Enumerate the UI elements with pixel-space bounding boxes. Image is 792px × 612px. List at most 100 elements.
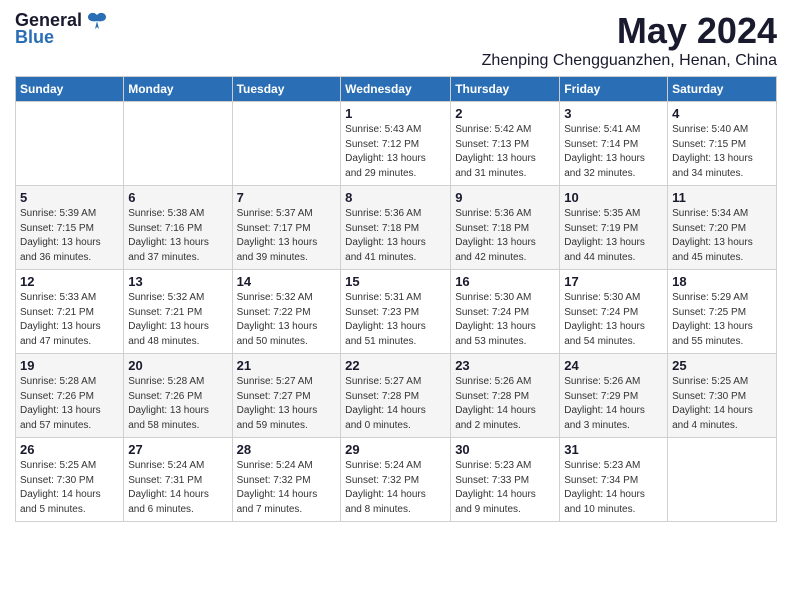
day-number: 8	[345, 190, 446, 205]
location-title: Zhenping Chengguanzhen, Henan, China	[482, 52, 777, 70]
calendar-cell: 20 Sunrise: 5:28 AMSunset: 7:26 PMDayligh…	[124, 354, 232, 438]
calendar-cell	[232, 102, 341, 186]
day-number: 2	[455, 106, 555, 121]
calendar-cell: 5 Sunrise: 5:39 AMSunset: 7:15 PMDaylight…	[16, 186, 124, 270]
calendar-cell: 15 Sunrise: 5:31 AMSunset: 7:23 PMDayligh…	[341, 270, 451, 354]
day-info: Sunrise: 5:24 AMSunset: 7:32 PMDaylight:…	[345, 459, 446, 517]
calendar-cell: 7 Sunrise: 5:37 AMSunset: 7:17 PMDaylight…	[232, 186, 341, 270]
day-number: 16	[455, 274, 555, 289]
calendar-cell: 12Sunrise: 5:33 AMSunset: 7:21 PMDayligh…	[16, 270, 124, 354]
day-info: Sunrise: 5:33 AMSunset: 7:21 PMDaylight:…	[20, 291, 119, 349]
calendar-cell: 26 Sunrise: 5:25 AMSunset: 7:30 PMDayligh…	[16, 438, 124, 522]
day-info: Sunrise: 5:23 AMSunset: 7:34 PMDaylight:…	[564, 459, 663, 517]
calendar-cell: 8 Sunrise: 5:36 AMSunset: 7:18 PMDaylight…	[341, 186, 451, 270]
day-number: 10	[564, 190, 663, 205]
day-info: Sunrise: 5:36 AMSunset: 7:18 PMDaylight:…	[455, 207, 555, 265]
calendar-cell: 23Sunrise: 5:26 AMSunset: 7:28 PMDayligh…	[451, 354, 560, 438]
weekday-header-thursday: Thursday	[451, 77, 560, 102]
day-number: 7	[237, 190, 337, 205]
weekday-header-row: SundayMondayTuesdayWednesdayThursdayFrid…	[16, 77, 777, 102]
day-number: 17	[564, 274, 663, 289]
day-info: Sunrise: 5:30 AMSunset: 7:24 PMDaylight:…	[564, 291, 663, 349]
calendar-cell: 1Sunrise: 5:43 AMSunset: 7:12 PMDaylight…	[341, 102, 451, 186]
day-number: 31	[564, 442, 663, 457]
day-info: Sunrise: 5:37 AMSunset: 7:17 PMDaylight:…	[237, 207, 337, 265]
day-info: Sunrise: 5:39 AMSunset: 7:15 PMDaylight:…	[20, 207, 119, 265]
day-info: Sunrise: 5:28 AMSunset: 7:26 PMDaylight:…	[128, 375, 227, 433]
calendar-cell: 16 Sunrise: 5:30 AMSunset: 7:24 PMDayligh…	[451, 270, 560, 354]
weekday-header-saturday: Saturday	[668, 77, 777, 102]
calendar-cell: 14 Sunrise: 5:32 AMSunset: 7:22 PMDayligh…	[232, 270, 341, 354]
calendar-cell: 19Sunrise: 5:28 AMSunset: 7:26 PMDayligh…	[16, 354, 124, 438]
calendar-cell: 27Sunrise: 5:24 AMSunset: 7:31 PMDayligh…	[124, 438, 232, 522]
day-number: 18	[672, 274, 772, 289]
day-number: 5	[20, 190, 119, 205]
calendar-cell: 29 Sunrise: 5:24 AMSunset: 7:32 PMDayligh…	[341, 438, 451, 522]
calendar-cell: 22 Sunrise: 5:27 AMSunset: 7:28 PMDayligh…	[341, 354, 451, 438]
day-info: Sunrise: 5:38 AMSunset: 7:16 PMDaylight:…	[128, 207, 227, 265]
day-info: Sunrise: 5:27 AMSunset: 7:27 PMDaylight:…	[237, 375, 337, 433]
calendar-cell: 6Sunrise: 5:38 AMSunset: 7:16 PMDaylight…	[124, 186, 232, 270]
week-row-4: 19 Sunrise: 5:28 AMSunset: 7:26 PMDayligh…	[16, 354, 777, 438]
day-info: Sunrise: 5:25 AMSunset: 7:30 PMDaylight:…	[20, 459, 119, 517]
day-number: 27	[128, 442, 227, 457]
calendar-table: SundayMondayTuesdayWednesdayThursdayFrid…	[15, 76, 777, 522]
day-number: 25	[672, 358, 772, 373]
day-info: Sunrise: 5:32 AMSunset: 7:22 PMDaylight:…	[237, 291, 337, 349]
calendar-cell: 28 Sunrise: 5:24 AMSunset: 7:32 PMDayligh…	[232, 438, 341, 522]
calendar-cell: 11Sunrise: 5:34 AMSunset: 7:20 PMDayligh…	[668, 186, 777, 270]
calendar-cell	[124, 102, 232, 186]
day-info: Sunrise: 5:35 AMSunset: 7:19 PMDaylight:…	[564, 207, 663, 265]
calendar-cell: 21Sunrise: 5:27 AMSunset: 7:27 PMDayligh…	[232, 354, 341, 438]
day-number: 19	[20, 358, 119, 373]
day-number: 23	[455, 358, 555, 373]
calendar-cell	[16, 102, 124, 186]
calendar-cell: 2 Sunrise: 5:42 AMSunset: 7:13 PMDaylight…	[451, 102, 560, 186]
calendar-cell	[668, 438, 777, 522]
day-info: Sunrise: 5:41 AMSunset: 7:14 PMDaylight:…	[564, 123, 663, 181]
logo-bird-icon	[86, 11, 108, 31]
day-info: Sunrise: 5:31 AMSunset: 7:23 PMDaylight:…	[345, 291, 446, 349]
week-row-3: 12Sunrise: 5:33 AMSunset: 7:21 PMDayligh…	[16, 270, 777, 354]
calendar-cell: 10 Sunrise: 5:35 AMSunset: 7:19 PMDayligh…	[560, 186, 668, 270]
calendar-cell: 18 Sunrise: 5:29 AMSunset: 7:25 PMDayligh…	[668, 270, 777, 354]
calendar-cell: 9 Sunrise: 5:36 AMSunset: 7:18 PMDaylight…	[451, 186, 560, 270]
weekday-header-tuesday: Tuesday	[232, 77, 341, 102]
calendar-cell: 17 Sunrise: 5:30 AMSunset: 7:24 PMDayligh…	[560, 270, 668, 354]
day-info: Sunrise: 5:42 AMSunset: 7:13 PMDaylight:…	[455, 123, 555, 181]
day-info: Sunrise: 5:32 AMSunset: 7:21 PMDaylight:…	[128, 291, 227, 349]
calendar-cell: 13Sunrise: 5:32 AMSunset: 7:21 PMDayligh…	[124, 270, 232, 354]
day-info: Sunrise: 5:27 AMSunset: 7:28 PMDaylight:…	[345, 375, 446, 433]
week-row-5: 26 Sunrise: 5:25 AMSunset: 7:30 PMDayligh…	[16, 438, 777, 522]
calendar-cell: 31 Sunrise: 5:23 AMSunset: 7:34 PMDayligh…	[560, 438, 668, 522]
day-number: 15	[345, 274, 446, 289]
day-number: 20	[128, 358, 227, 373]
day-number: 9	[455, 190, 555, 205]
week-row-2: 5 Sunrise: 5:39 AMSunset: 7:15 PMDaylight…	[16, 186, 777, 270]
day-info: Sunrise: 5:25 AMSunset: 7:30 PMDaylight:…	[672, 375, 772, 433]
day-number: 22	[345, 358, 446, 373]
day-info: Sunrise: 5:24 AMSunset: 7:32 PMDaylight:…	[237, 459, 337, 517]
day-number: 29	[345, 442, 446, 457]
day-info: Sunrise: 5:36 AMSunset: 7:18 PMDaylight:…	[345, 207, 446, 265]
day-info: Sunrise: 5:30 AMSunset: 7:24 PMDaylight:…	[455, 291, 555, 349]
month-title: May 2024	[482, 10, 777, 52]
day-number: 26	[20, 442, 119, 457]
day-info: Sunrise: 5:23 AMSunset: 7:33 PMDaylight:…	[455, 459, 555, 517]
day-number: 14	[237, 274, 337, 289]
day-info: Sunrise: 5:43 AMSunset: 7:12 PMDaylight:…	[345, 123, 446, 181]
page-header: General Blue May 2024 Zhenping Chengguan…	[15, 10, 777, 70]
weekday-header-sunday: Sunday	[16, 77, 124, 102]
weekday-header-monday: Monday	[124, 77, 232, 102]
weekday-header-friday: Friday	[560, 77, 668, 102]
day-number: 4	[672, 106, 772, 121]
day-number: 28	[237, 442, 337, 457]
title-area: May 2024 Zhenping Chengguanzhen, Henan, …	[482, 10, 777, 70]
day-number: 24	[564, 358, 663, 373]
calendar-cell: 4Sunrise: 5:40 AMSunset: 7:15 PMDaylight…	[668, 102, 777, 186]
logo-blue: Blue	[15, 27, 54, 48]
calendar-cell: 3Sunrise: 5:41 AMSunset: 7:14 PMDaylight…	[560, 102, 668, 186]
week-row-1: 1Sunrise: 5:43 AMSunset: 7:12 PMDaylight…	[16, 102, 777, 186]
day-info: Sunrise: 5:29 AMSunset: 7:25 PMDaylight:…	[672, 291, 772, 349]
calendar-cell: 24Sunrise: 5:26 AMSunset: 7:29 PMDayligh…	[560, 354, 668, 438]
